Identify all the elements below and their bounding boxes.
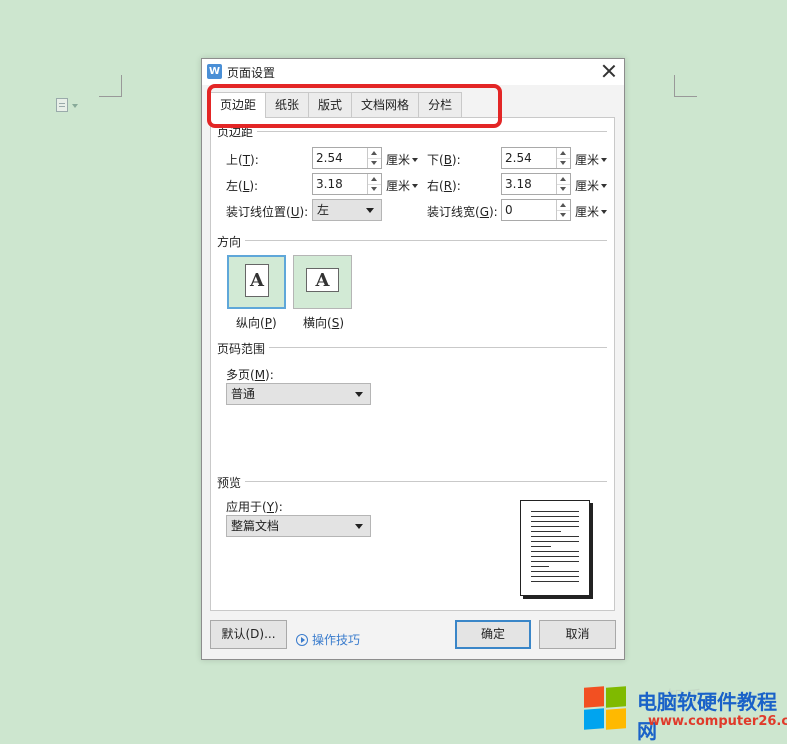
dialog-title: 页面设置 [227,66,276,80]
gutter-width-stepper[interactable]: 0 [501,199,571,221]
apply-to-label: 应用于(Y): [226,500,283,514]
chevron-down-icon [366,208,374,213]
page-corner-mark-right [674,75,697,97]
tab-layout[interactable]: 版式 [308,92,353,117]
spin-up-icon[interactable] [557,148,570,159]
tab-doc-grid[interactable]: 文档网格 [351,92,420,117]
cancel-button[interactable]: 取消 [539,620,616,649]
portrait-page-icon: A [245,264,269,297]
page-corner-mark-left [99,75,122,97]
chevron-down-icon [355,524,363,529]
top-margin-unit-dropdown[interactable]: 厘米 [386,151,419,168]
gutter-width-unit-dropdown[interactable]: 厘米 [575,203,608,220]
play-circle-icon [296,634,308,646]
left-margin-unit-dropdown[interactable]: 厘米 [386,177,419,194]
chevron-down-icon [412,158,419,162]
spin-up-icon[interactable] [557,200,570,211]
top-margin-label: 上(T): [226,153,259,167]
margins-panel: 页边距 上(T): 2.54 厘米 下(B): 2.54 厘米 左(L): 3.… [210,117,615,611]
chevron-down-icon [355,392,363,397]
landscape-page-icon: A [306,268,339,292]
gutter-position-label: 装订线位置(U): [226,205,309,219]
right-margin-label: 右(R): [427,179,461,193]
right-margin-stepper[interactable]: 3.18 [501,173,571,195]
bottom-margin-stepper[interactable]: 2.54 [501,147,571,169]
multiple-pages-label: 多页(M): [226,368,274,382]
spin-down-icon[interactable] [557,185,570,195]
spin-down-icon[interactable] [557,159,570,169]
tips-link[interactable]: 操作技巧 [296,631,360,648]
section-title-margins: 页边距 [217,123,258,140]
chevron-down-icon [601,210,608,214]
page-preview-thumbnail [520,500,590,596]
tab-paper[interactable]: 纸张 [265,92,310,117]
landscape-label: 横向(S) [303,316,344,330]
section-title-preview: 预览 [217,474,246,491]
close-icon[interactable] [600,62,618,80]
right-margin-unit-dropdown[interactable]: 厘米 [575,177,608,194]
tab-margins[interactable]: 页边距 [210,92,267,118]
section-divider [251,131,607,132]
section-divider [243,481,607,482]
left-margin-label: 左(L): [226,179,259,193]
chevron-down-icon[interactable] [72,104,78,108]
spin-up-icon[interactable] [368,148,381,159]
windows-logo-icon [584,686,630,733]
spin-up-icon[interactable] [368,174,381,185]
portrait-button[interactable]: A [227,255,286,309]
bottom-margin-label: 下(B): [427,153,461,167]
gutter-position-select[interactable]: 左 [312,199,382,221]
default-button[interactable]: 默认(D)... [210,620,287,649]
top-margin-value[interactable]: 2.54 [313,148,367,168]
tab-columns[interactable]: 分栏 [418,92,463,117]
bottom-margin-unit-dropdown[interactable]: 厘米 [575,151,608,168]
gutter-width-label: 装订线宽(G): [427,205,498,219]
spin-down-icon[interactable] [368,159,381,169]
landscape-button[interactable]: A [293,255,352,309]
wps-app-icon: W [207,64,222,79]
chevron-down-icon [601,184,608,188]
left-margin-stepper[interactable]: 3.18 [312,173,382,195]
chevron-down-icon [412,184,419,188]
spin-down-icon[interactable] [557,211,570,221]
right-margin-value[interactable]: 3.18 [502,174,556,194]
spin-up-icon[interactable] [557,174,570,185]
watermark-site-url: www.computer26.com [648,714,787,729]
section-divider [243,240,607,241]
section-divider [267,347,607,348]
page-setup-dialog: W 页面设置 页边距 纸张 版式 文档网格 分栏 页边距 上(T): 2.54 … [201,58,625,660]
gutter-width-value[interactable]: 0 [502,200,556,220]
chevron-down-icon [601,158,608,162]
bottom-margin-value[interactable]: 2.54 [502,148,556,168]
portrait-label: 纵向(P) [236,316,277,330]
spin-down-icon[interactable] [368,185,381,195]
left-margin-value[interactable]: 3.18 [313,174,367,194]
multiple-pages-select[interactable]: 普通 [226,383,371,405]
section-title-page-range: 页码范围 [217,340,270,357]
document-icon[interactable] [56,98,68,112]
apply-to-select[interactable]: 整篇文档 [226,515,371,537]
ok-button[interactable]: 确定 [455,620,531,649]
top-margin-stepper[interactable]: 2.54 [312,147,382,169]
tab-bar: 页边距 纸张 版式 文档网格 分栏 [210,92,463,118]
section-title-orientation: 方向 [217,233,246,250]
title-bar: W 页面设置 [202,59,624,85]
